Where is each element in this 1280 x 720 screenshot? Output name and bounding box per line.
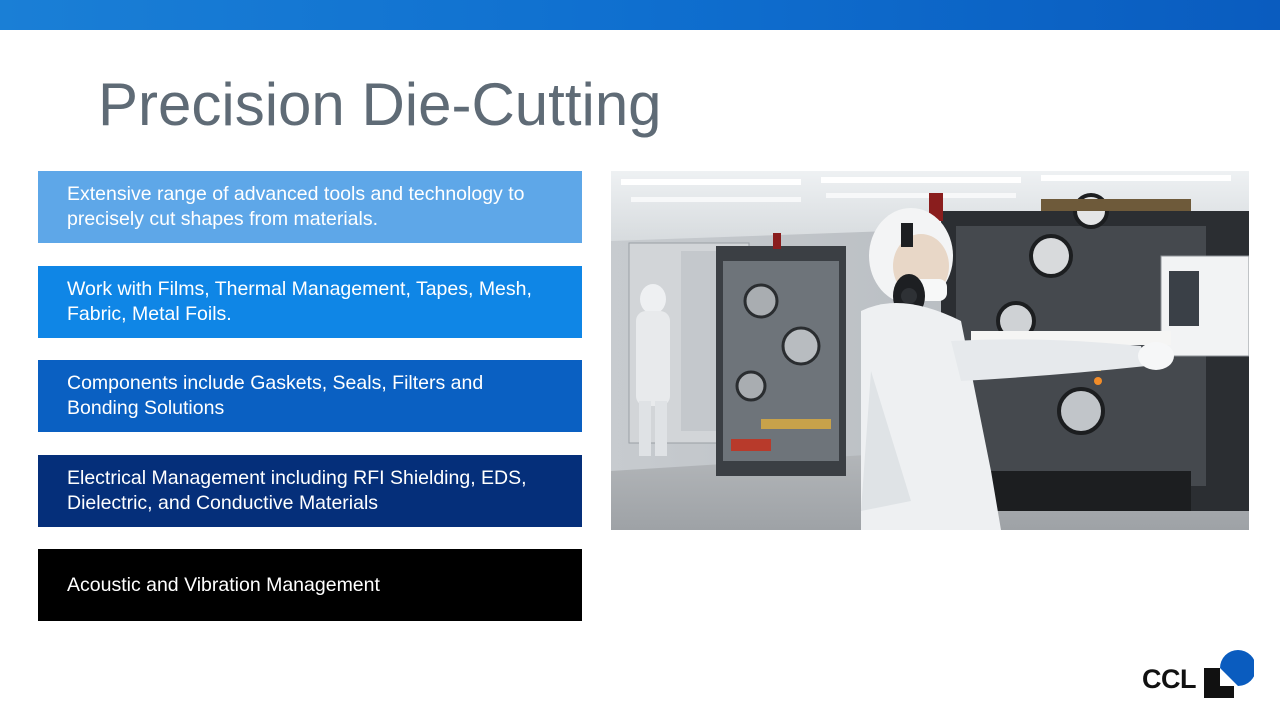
feature-box-electrical: Electrical Management including RFI Shie… xyxy=(38,455,582,527)
page-title: Precision Die-Cutting xyxy=(98,71,662,138)
cleanroom-photo xyxy=(611,171,1249,530)
logo-mark-icon xyxy=(1204,650,1254,698)
feature-text: Acoustic and Vibration Management xyxy=(67,573,380,596)
feature-box-tools: Extensive range of advanced tools and te… xyxy=(38,171,582,243)
feature-text: Work with Films, Thermal Management, Tap… xyxy=(67,278,532,325)
feature-text: Electrical Management including RFI Shie… xyxy=(67,467,527,514)
feature-box-materials: Work with Films, Thermal Management, Tap… xyxy=(38,266,582,338)
feature-text: Extensive range of advanced tools and te… xyxy=(67,183,525,230)
feature-text: Components include Gaskets, Seals, Filte… xyxy=(67,372,484,419)
feature-box-acoustic: Acoustic and Vibration Management xyxy=(38,549,582,621)
top-accent-bar xyxy=(0,0,1280,30)
cleanroom-illustration xyxy=(611,171,1249,530)
logo-text: CCL xyxy=(1142,664,1197,694)
feature-box-components: Components include Gaskets, Seals, Filte… xyxy=(38,360,582,432)
ccl-logo: CCL xyxy=(1142,650,1254,700)
